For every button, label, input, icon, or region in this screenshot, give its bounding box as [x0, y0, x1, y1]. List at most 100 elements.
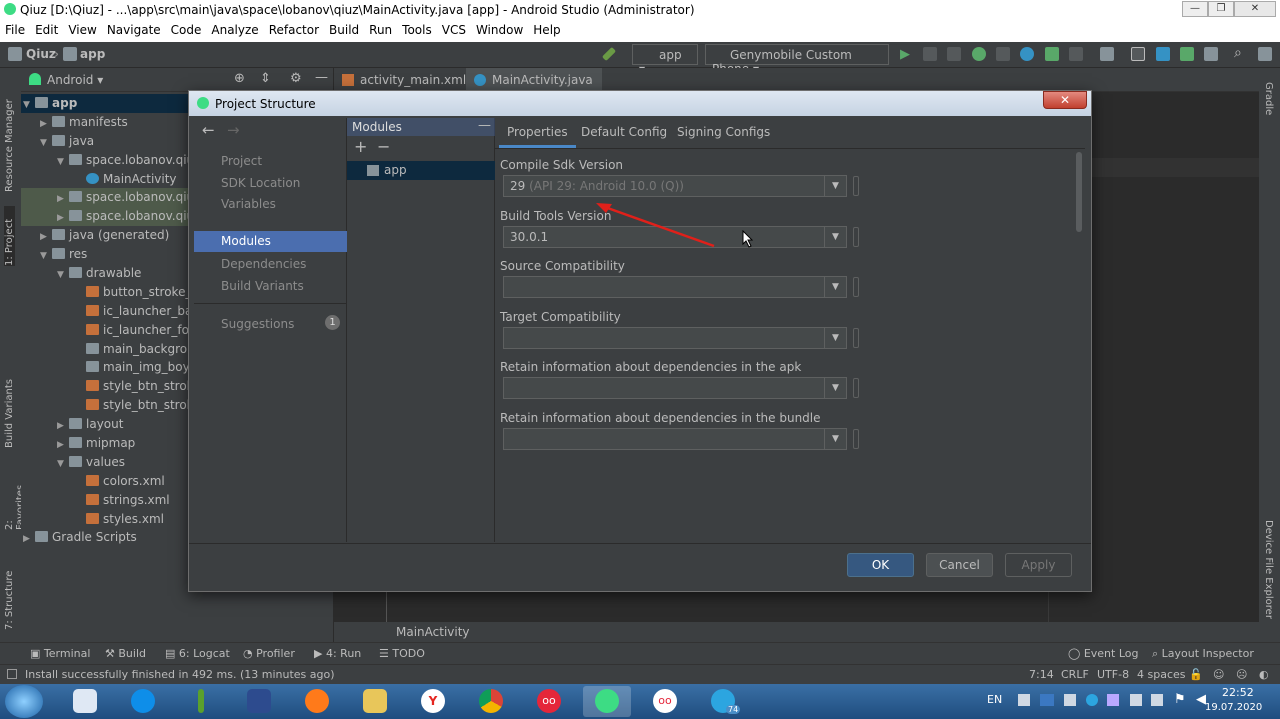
start-button[interactable]: [5, 685, 43, 718]
browse-handle[interactable]: [853, 429, 859, 449]
menu-edit[interactable]: Edit: [30, 20, 63, 37]
browse-handle[interactable]: [853, 227, 859, 247]
lock-icon[interactable]: 🔓: [1189, 668, 1203, 681]
tab-signing-configs[interactable]: Signing Configs: [669, 118, 778, 148]
nav-variables[interactable]: Variables: [194, 194, 347, 215]
debug-icon[interactable]: [972, 47, 986, 61]
terminal-tool-button[interactable]: ▣ Terminal: [30, 647, 90, 660]
nav-dependencies[interactable]: Dependencies: [194, 254, 347, 275]
flag-icon[interactable]: ⚑: [1174, 692, 1186, 707]
scrollbar-thumb[interactable]: [1076, 152, 1082, 232]
nav-sdk-location[interactable]: SDK Location: [194, 173, 347, 194]
run-tool-button[interactable]: ▶ 4: Run: [314, 647, 361, 660]
memory-icon[interactable]: ☹: [1236, 668, 1247, 681]
file-encoding[interactable]: UTF-8: [1097, 668, 1129, 681]
status-message[interactable]: Install successfully finished in 492 ms.…: [25, 668, 335, 681]
gear-icon[interactable]: ⚙: [290, 71, 302, 86]
menu-analyze[interactable]: Analyze: [206, 20, 263, 37]
taskbar-app-android-studio[interactable]: [583, 686, 631, 717]
expand-arrow-icon[interactable]: ▼: [57, 455, 69, 473]
collapse-modules-icon[interactable]: —: [478, 118, 491, 133]
clock-date[interactable]: 19.07.2020: [1205, 702, 1262, 713]
taskbar-app-network[interactable]: [61, 686, 109, 717]
nav-build-variants[interactable]: Build Variants: [194, 276, 347, 297]
structure-tab[interactable]: 7: Structure: [4, 562, 15, 630]
tray-icon-3[interactable]: [1064, 694, 1076, 706]
ok-button[interactable]: OK: [847, 553, 914, 577]
tray-icon-2[interactable]: [1040, 694, 1054, 706]
nav-project[interactable]: Qiuz: [26, 47, 56, 61]
expand-arrow-icon[interactable]: ▶: [57, 417, 69, 435]
tray-icon-5[interactable]: [1107, 694, 1119, 706]
coverage-icon[interactable]: [1045, 47, 1059, 61]
add-module-icon[interactable]: +: [354, 137, 367, 156]
dialog-close-button[interactable]: ✕: [1043, 91, 1087, 109]
menu-run[interactable]: Run: [364, 20, 397, 37]
apply-button[interactable]: Apply: [1005, 553, 1072, 577]
nav-module[interactable]: app: [80, 47, 105, 61]
browse-handle[interactable]: [853, 277, 859, 297]
expand-arrow-icon[interactable]: ▼: [57, 266, 69, 284]
remove-module-icon[interactable]: −: [377, 137, 390, 156]
taskbar-app-recorder[interactable]: oo: [525, 686, 573, 717]
apply-changes-icon[interactable]: [923, 47, 937, 61]
device-manager-icon[interactable]: [1131, 47, 1145, 61]
tab-properties[interactable]: Properties: [499, 118, 576, 148]
tray-icon-6[interactable]: [1130, 694, 1142, 706]
back-arrow-icon[interactable]: ←: [202, 121, 215, 139]
caret-position[interactable]: 7:14: [1029, 668, 1054, 681]
locate-icon[interactable]: ⊕: [234, 71, 245, 86]
layout-inspector-button[interactable]: ⌕ Layout Inspector: [1152, 647, 1254, 661]
avd-manager-icon[interactable]: [1204, 47, 1218, 61]
maximize-button[interactable]: ❐: [1208, 1, 1234, 17]
expand-arrow-icon[interactable]: ▼: [40, 247, 52, 265]
apply-code-changes-icon[interactable]: [947, 47, 961, 61]
retain-bundle-select[interactable]: ▼: [503, 428, 847, 450]
tab-activity-main-xml[interactable]: activity_main.xml ✕: [334, 68, 466, 101]
indent-setting[interactable]: 4 spaces: [1137, 668, 1186, 681]
expand-arrow-icon[interactable]: ▼: [40, 134, 52, 152]
menu-view[interactable]: View: [63, 20, 101, 37]
network-icon[interactable]: [1151, 694, 1163, 706]
browse-handle[interactable]: [853, 378, 859, 398]
search-icon[interactable]: ⌕: [1234, 45, 1242, 61]
stop-icon[interactable]: [1069, 47, 1083, 61]
expand-arrow-icon[interactable]: ▶: [57, 436, 69, 454]
retain-apk-select[interactable]: ▼: [503, 377, 847, 399]
expand-arrow-icon[interactable]: ▶: [40, 228, 52, 246]
expand-arrow-icon[interactable]: ▶: [57, 209, 69, 227]
minimize-button[interactable]: —: [1182, 1, 1208, 17]
menu-window[interactable]: Window: [471, 20, 528, 37]
project-structure-icon[interactable]: [1100, 47, 1114, 61]
collapse-all-icon[interactable]: ⇕: [260, 71, 271, 86]
hide-icon[interactable]: —: [315, 70, 328, 85]
notifications-icon[interactable]: ◐: [1259, 668, 1269, 681]
forward-arrow-icon[interactable]: →: [227, 121, 240, 139]
close-window-button[interactable]: ✕: [1234, 1, 1276, 17]
logcat-tool-button[interactable]: ▤ 6: Logcat: [165, 647, 230, 660]
menu-vcs[interactable]: VCS: [437, 20, 471, 37]
profile-icon[interactable]: [1020, 47, 1034, 61]
editor-breadcrumb[interactable]: MainActivity: [396, 625, 470, 639]
taskbar-app-yandex[interactable]: Y: [409, 686, 457, 717]
target-compat-select[interactable]: ▼: [503, 327, 847, 349]
status-toggle-icon[interactable]: [7, 669, 17, 679]
menu-file[interactable]: File: [0, 20, 30, 37]
assistant-icon[interactable]: [1258, 47, 1272, 61]
device-file-explorer-tab[interactable]: Device File Explorer: [1263, 520, 1274, 650]
properties-scrollbar[interactable]: [1075, 152, 1083, 542]
taskbar-app-save[interactable]: [235, 686, 283, 717]
expand-arrow-icon[interactable]: ▶: [57, 190, 69, 208]
source-compat-select[interactable]: ▼: [503, 276, 847, 298]
menu-help[interactable]: Help: [528, 20, 565, 37]
taskbar-app-firefox[interactable]: [293, 686, 341, 717]
resource-manager-tab[interactable]: Resource Manager: [4, 82, 15, 192]
expand-arrow-icon[interactable]: ▶: [23, 530, 35, 548]
module-row-app[interactable]: app: [347, 161, 495, 180]
menu-navigate[interactable]: Navigate: [102, 20, 166, 37]
cancel-button[interactable]: Cancel: [926, 553, 993, 577]
browse-handle[interactable]: [853, 328, 859, 348]
menu-refactor[interactable]: Refactor: [264, 20, 324, 37]
profiler-tool-button[interactable]: ◔ Profiler: [243, 647, 295, 660]
nav-suggestions[interactable]: Suggestions: [194, 314, 347, 335]
